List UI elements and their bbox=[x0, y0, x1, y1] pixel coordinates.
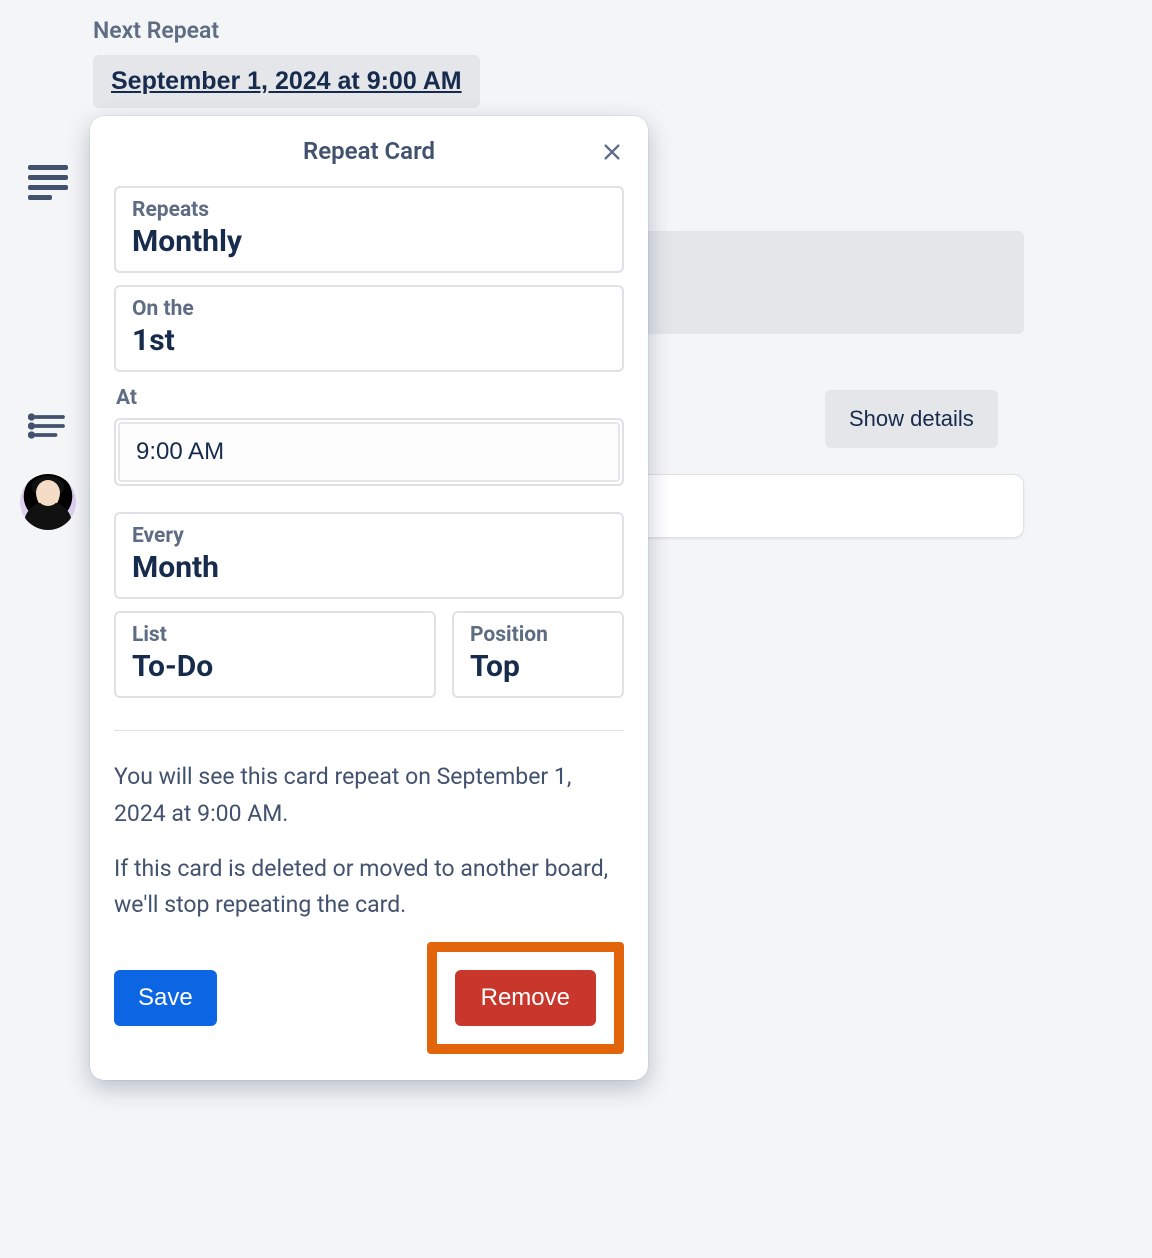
description-icon bbox=[28, 165, 68, 197]
repeats-value: Monthly bbox=[132, 224, 606, 259]
position-value: Top bbox=[470, 649, 606, 684]
save-button[interactable]: Save bbox=[114, 970, 217, 1026]
on-the-value: 1st bbox=[132, 323, 606, 358]
repeat-card-popover: Repeat Card Repeats Monthly On the 1st A… bbox=[90, 116, 648, 1080]
repeat-warning-text: If this card is deleted or moved to anot… bbox=[114, 851, 624, 925]
position-select[interactable]: Position Top bbox=[452, 611, 624, 698]
popover-title: Repeat Card bbox=[303, 137, 435, 165]
position-label: Position bbox=[470, 623, 606, 647]
next-repeat-datetime[interactable]: September 1, 2024 at 9:00 AM bbox=[93, 55, 480, 108]
remove-highlight: Remove bbox=[427, 942, 624, 1054]
close-icon bbox=[601, 141, 623, 163]
list-select[interactable]: List To-Do bbox=[114, 611, 436, 698]
repeats-select[interactable]: Repeats Monthly bbox=[114, 186, 624, 273]
on-the-select[interactable]: On the 1st bbox=[114, 285, 624, 372]
next-repeat-label: Next Repeat bbox=[93, 17, 219, 44]
divider bbox=[114, 730, 624, 731]
on-the-label: On the bbox=[132, 297, 606, 321]
show-details-button[interactable]: Show details bbox=[825, 390, 998, 448]
every-label: Every bbox=[132, 524, 606, 548]
every-value: Month bbox=[132, 550, 606, 585]
activity-icon bbox=[28, 408, 68, 448]
remove-button[interactable]: Remove bbox=[455, 970, 596, 1026]
at-label: At bbox=[116, 386, 624, 410]
repeat-summary-text: You will see this card repeat on Septemb… bbox=[114, 759, 624, 833]
at-time-input[interactable] bbox=[118, 422, 620, 482]
every-select[interactable]: Every Month bbox=[114, 512, 624, 599]
repeats-label: Repeats bbox=[132, 198, 606, 222]
close-button[interactable] bbox=[594, 134, 630, 170]
list-label: List bbox=[132, 623, 418, 647]
list-value: To-Do bbox=[132, 649, 418, 684]
avatar bbox=[20, 474, 76, 530]
